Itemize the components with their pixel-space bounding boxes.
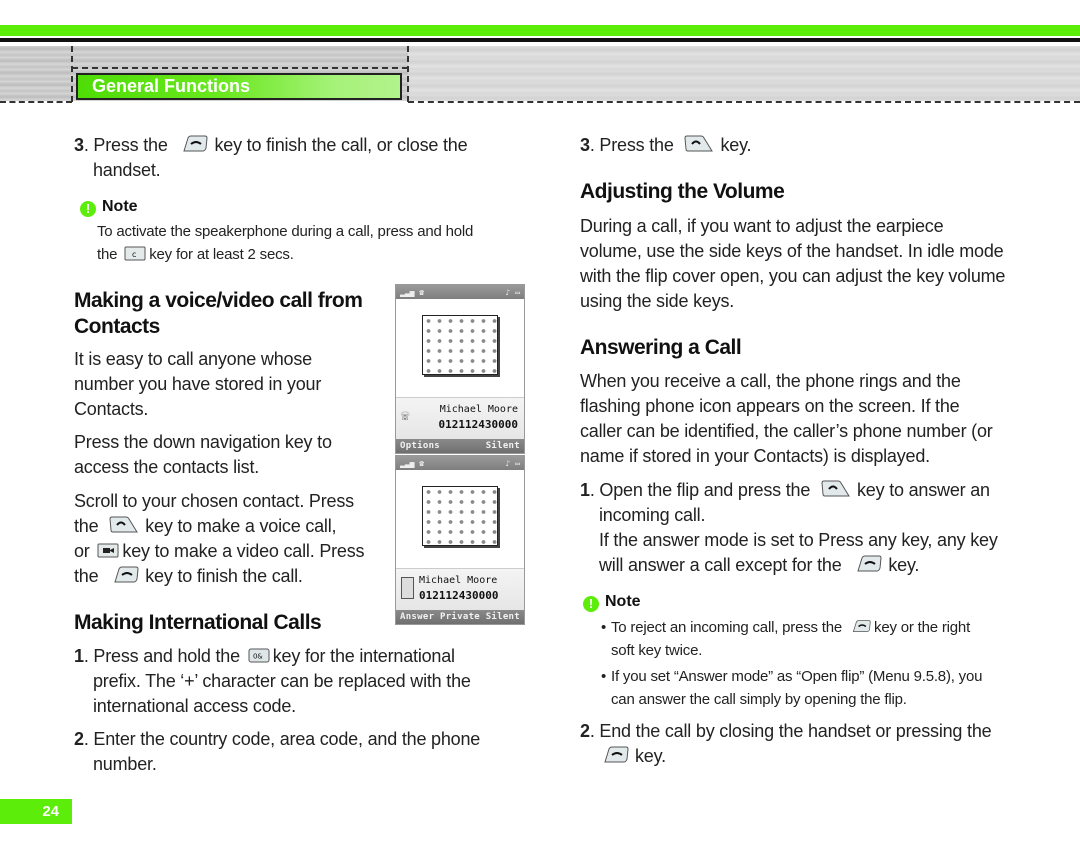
phone-status-bar: ▂▃▅ ☎ ♪ ▭ — [396, 456, 524, 470]
end-call-key-icon — [849, 619, 871, 634]
bullet-icon: • — [601, 619, 607, 636]
battery-icon: ♪ ▭ — [505, 287, 520, 297]
step-3-finish-call: 3. Press the key to finish the call, or … — [74, 135, 468, 180]
video-call-key-icon — [97, 543, 119, 558]
caller-info: ☏ Michael Moore 012112430000 — [396, 397, 524, 439]
phone-softkeys: Options Silent — [396, 439, 524, 453]
header-dash-rule — [0, 101, 72, 103]
svg-text:0&: 0& — [253, 652, 263, 660]
header-dash-divider — [407, 46, 409, 102]
battery-icon: ♪ ▭ — [505, 458, 520, 468]
exclamation-icon: ! — [583, 596, 599, 612]
video-call-icon — [401, 577, 414, 599]
contact-name: Michael Moore — [439, 404, 518, 415]
step-3-press-send: 3. Press the key. — [580, 135, 752, 155]
softkey-answer: Answer — [400, 612, 435, 622]
section-heading-international: Making International Calls — [74, 611, 322, 634]
international-step-1: 1. Press and hold the 0& key for the inte… — [74, 646, 471, 716]
softkey-private: Private — [439, 612, 481, 622]
header-dash-divider — [71, 46, 73, 102]
phone-status-bar: ▂▃▅ ☎ ♪ ▭ — [396, 285, 524, 299]
exclamation-icon: ! — [80, 201, 96, 217]
contacts-call-paragraph: Scroll to your chosen contact. Press the… — [74, 491, 365, 586]
softkey-silent: Silent — [485, 441, 520, 451]
answering-paragraph: When you receive a call, the phone rings… — [580, 371, 993, 466]
bullet-icon: • — [601, 668, 607, 685]
signal-icon: ▂▃▅ ☎ — [400, 458, 425, 468]
signal-icon: ▂▃▅ ☎ — [400, 287, 425, 297]
contacts-intro-paragraph: It is easy to call anyone whose number y… — [74, 349, 322, 419]
phone-screen-incoming: ▂▃▅ ☎ ♪ ▭ Michael Moore 012112430000 Ans… — [395, 455, 525, 625]
note-speakerphone: To activate the speakerphone during a ca… — [97, 223, 474, 263]
contacts-nav-paragraph: Press the down navigation key to access … — [74, 432, 332, 477]
contact-picture — [422, 486, 498, 546]
end-call-key-icon — [109, 566, 139, 584]
note-heading: ! Note — [80, 197, 138, 217]
header-dash-rule — [72, 67, 408, 69]
end-call-key-icon — [178, 135, 208, 153]
note-reject-bullet: • To reject an incoming call, press the k… — [601, 616, 1041, 662]
contact-picture — [422, 315, 498, 375]
section-heading-volume: Adjusting the Volume — [580, 180, 785, 203]
header-band-right — [408, 46, 1080, 101]
phone-screen-outgoing: ▂▃▅ ☎ ♪ ▭ ☏ Michael Moore 012112430000 O… — [395, 284, 525, 454]
end-call-key-icon — [599, 746, 629, 764]
contact-name: Michael Moore — [419, 575, 498, 586]
caller-info: Michael Moore 012112430000 — [396, 568, 524, 610]
phone-softkeys: Answer Private Silent — [396, 610, 524, 624]
volume-paragraph: During a call, if you want to adjust the… — [580, 216, 1006, 311]
softkey-options: Options — [400, 441, 441, 451]
svg-text:c: c — [132, 250, 136, 259]
section-title: General Functions — [76, 73, 402, 100]
softkey-silent: Silent — [485, 612, 520, 622]
step-number: 3 — [74, 135, 84, 155]
international-step-2: 2. Enter the country code, area code, an… — [74, 729, 481, 774]
contact-number: 012112430000 — [419, 589, 499, 602]
send-key-icon — [821, 480, 851, 498]
send-key-icon — [684, 135, 714, 153]
header-dash-rule — [408, 101, 1080, 103]
end-call-key-icon — [852, 555, 882, 573]
answering-step-2: 2. End the call by closing the handset o… — [580, 721, 992, 766]
section-heading-contacts: Making a voice/video call from Contacts — [74, 289, 363, 338]
zero-plus-key-icon: 0& — [248, 648, 270, 663]
section-heading-answering: Answering a Call — [580, 336, 742, 359]
voice-call-icon: ☏ — [401, 408, 410, 424]
contact-number: 012112430000 — [438, 418, 518, 431]
note-heading: ! Note — [583, 592, 641, 612]
header-green-bar — [0, 25, 1080, 36]
clear-key-icon: c — [124, 246, 146, 261]
note-answer-mode-bullet: • If you set “Answer mode” as “Open flip”… — [601, 665, 1041, 711]
answering-step-1: 1. Open the flip and press the key to an… — [580, 480, 998, 575]
header-black-rule — [0, 38, 1080, 42]
send-key-icon — [109, 516, 139, 534]
page-number: 24 — [0, 799, 72, 824]
